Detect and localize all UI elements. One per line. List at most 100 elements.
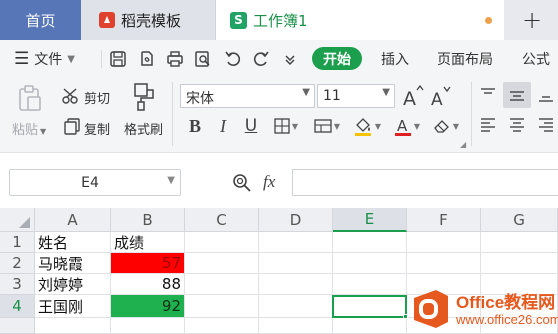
empty-cell[interactable]	[185, 274, 259, 295]
empty-cell[interactable]	[481, 253, 558, 274]
column-header-b[interactable]: B	[111, 208, 185, 232]
bold-icon[interactable]: B	[186, 116, 204, 136]
decrease-font-size-icon[interactable]: A	[430, 84, 452, 112]
align-middle-icon[interactable]	[508, 86, 526, 108]
row-header-3[interactable]: 3	[0, 274, 35, 295]
undo-icon[interactable]	[223, 49, 243, 69]
menu-start-tab[interactable]: 开始	[312, 47, 362, 70]
increase-font-size-icon[interactable]: A	[402, 84, 424, 112]
empty-cell[interactable]	[481, 232, 558, 253]
watermark-url: www.office26.com	[456, 312, 558, 327]
font-size-select[interactable]: 11 ▼	[317, 84, 395, 108]
print-icon[interactable]	[165, 49, 185, 69]
empty-cell[interactable]	[259, 253, 333, 274]
clear-format-icon[interactable]: ▼	[430, 116, 462, 136]
cell-style-icon[interactable]: ▼	[310, 116, 344, 136]
export-pdf-icon[interactable]	[137, 49, 157, 69]
cell-b1[interactable]: 成绩	[111, 232, 185, 253]
format-painter-icon[interactable]	[131, 82, 159, 116]
divider	[172, 82, 173, 146]
copy-icon	[63, 117, 81, 139]
empty-cell[interactable]	[185, 295, 259, 318]
column-header-g[interactable]: G	[481, 208, 558, 232]
office-logo-icon	[410, 288, 452, 334]
scissors-icon	[62, 87, 80, 109]
customize-quick-access-icon[interactable]	[280, 49, 300, 69]
divider	[101, 50, 102, 68]
cell-b3[interactable]: 88	[111, 274, 185, 295]
empty-cell[interactable]	[259, 295, 333, 318]
empty-cell[interactable]	[259, 318, 333, 334]
italic-icon[interactable]: I	[214, 116, 232, 136]
save-icon[interactable]	[108, 49, 128, 69]
format-painter-button[interactable]: 格式刷	[124, 119, 163, 138]
menu-bar: ☰ 文件 ▼ 插入 页面布局 公式	[0, 40, 558, 78]
column-header-a[interactable]: A	[35, 208, 111, 232]
tab-templates[interactable]: 稻壳模板	[81, 0, 216, 40]
font-name-select[interactable]: 宋体 ▼	[180, 84, 315, 108]
align-top-icon[interactable]	[479, 86, 497, 108]
empty-cell[interactable]	[407, 253, 481, 274]
font-dialog-launcher-icon[interactable]: ◢	[460, 140, 466, 149]
column-header-e[interactable]: E	[333, 208, 407, 232]
font-color-icon[interactable]: A ▼	[391, 116, 423, 136]
column-header-f[interactable]: F	[407, 208, 481, 232]
file-menu[interactable]: ☰ 文件 ▼	[14, 40, 75, 78]
cell-a1[interactable]: 姓名	[35, 232, 111, 253]
select-all-corner[interactable]	[0, 208, 35, 232]
column-header-d[interactable]: D	[259, 208, 333, 232]
spreadsheet-app-icon: S	[230, 11, 247, 29]
row-header-5[interactable]	[0, 318, 35, 334]
menu-insert[interactable]: 插入	[381, 40, 409, 78]
font-size-value: 11	[323, 88, 341, 104]
paste-button[interactable]: 粘贴 ▼	[12, 119, 46, 138]
chevron-down-icon: ▼	[67, 53, 75, 65]
copy-button[interactable]: 复制	[84, 119, 110, 138]
name-box[interactable]: E4 ▼	[9, 169, 181, 196]
align-bottom-icon[interactable]	[537, 86, 555, 108]
fill-color-icon[interactable]: ▼	[350, 116, 384, 136]
cell-b2[interactable]: 57	[111, 253, 185, 274]
paste-label: 粘贴	[12, 123, 39, 138]
formula-input[interactable]	[292, 169, 558, 196]
borders-icon[interactable]: ▼	[270, 116, 302, 136]
align-right-icon[interactable]	[537, 116, 555, 138]
cell-b4[interactable]: 92	[111, 295, 185, 318]
tab-workbook[interactable]: S 工作簿1	[216, 0, 504, 40]
row-header-4[interactable]: 4	[0, 295, 35, 318]
align-center-icon[interactable]	[508, 116, 526, 138]
cut-button[interactable]: 剪切	[84, 88, 110, 107]
new-tab-button[interactable]: +	[510, 4, 554, 36]
zoom-search-icon[interactable]	[232, 173, 252, 197]
svg-text:A: A	[397, 117, 408, 135]
empty-cell[interactable]	[333, 232, 407, 253]
menu-page-layout[interactable]: 页面布局	[437, 40, 493, 78]
paste-icon[interactable]	[16, 84, 44, 116]
tab-home[interactable]: 首页	[0, 0, 81, 40]
selected-cell-e4[interactable]	[332, 295, 407, 318]
empty-cell[interactable]	[333, 253, 407, 274]
empty-cell[interactable]	[407, 232, 481, 253]
empty-cell[interactable]	[185, 318, 259, 334]
file-menu-label: 文件	[34, 52, 63, 68]
cell-a3[interactable]: 刘婷婷	[35, 274, 111, 295]
column-header-c[interactable]: C	[185, 208, 259, 232]
empty-cell[interactable]	[259, 274, 333, 295]
insert-function-button[interactable]: fx	[263, 172, 275, 192]
row-header-2[interactable]: 2	[0, 253, 35, 274]
empty-cell[interactable]	[333, 318, 407, 334]
cell-a4[interactable]: 王国刚	[35, 295, 111, 318]
cell-a2[interactable]: 马晓霞	[35, 253, 111, 274]
empty-cell[interactable]	[185, 253, 259, 274]
menu-formula[interactable]: 公式	[522, 40, 550, 78]
row-header-1[interactable]: 1	[0, 232, 35, 253]
align-left-icon[interactable]	[479, 116, 497, 138]
redo-icon[interactable]	[251, 49, 271, 69]
empty-cell[interactable]	[185, 232, 259, 253]
empty-cell[interactable]	[259, 232, 333, 253]
empty-cell[interactable]	[111, 318, 185, 334]
empty-cell[interactable]	[333, 274, 407, 295]
underline-icon[interactable]: U	[242, 116, 260, 136]
empty-cell[interactable]	[35, 318, 111, 334]
print-preview-icon[interactable]	[193, 49, 213, 69]
